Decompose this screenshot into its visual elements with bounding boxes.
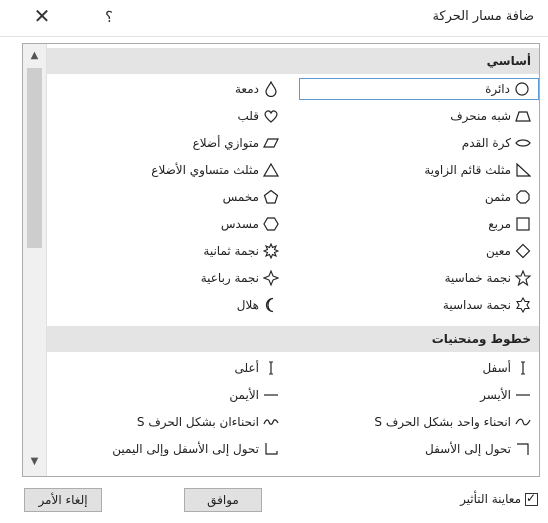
scrollbar-thumb[interactable] bbox=[27, 68, 42, 248]
square-icon bbox=[515, 216, 531, 232]
trapezoid-icon bbox=[515, 108, 531, 124]
vertical-line-icon bbox=[515, 360, 531, 376]
item-label: الأيمن bbox=[229, 388, 259, 402]
item-label: انحناء واحد بشكل الحرف S bbox=[374, 415, 511, 429]
item-label: نجمة سداسية bbox=[442, 298, 511, 312]
item-label: مثمن bbox=[484, 190, 511, 204]
item-label: شبه منحرف bbox=[450, 109, 511, 123]
group-header-lines-curves: خطوط ومنحنيات bbox=[47, 326, 539, 352]
item-label: أسفل bbox=[482, 361, 511, 375]
preview-effect-option[interactable]: ✓ معاينة التأثير bbox=[460, 490, 538, 506]
list-item-up[interactable]: أعلى bbox=[47, 357, 287, 379]
heart-icon bbox=[263, 108, 279, 124]
preview-effect-checkbox[interactable]: ✓ bbox=[525, 490, 538, 506]
crescent-moon-icon bbox=[263, 297, 279, 313]
item-label: مخمس bbox=[222, 190, 259, 204]
right-triangle-icon bbox=[515, 162, 531, 178]
list-item-circle[interactable]: دائرة bbox=[299, 78, 539, 100]
horizontal-line-icon bbox=[263, 387, 279, 403]
group-header-basic: أساسي bbox=[47, 48, 539, 74]
scroll-down-icon[interactable]: ▼ bbox=[23, 452, 46, 472]
list-item-left[interactable]: الأيسر bbox=[299, 384, 539, 406]
item-label: مثلث قائم الزاوية bbox=[424, 163, 511, 177]
cancel-button[interactable]: إلغاء الأمر bbox=[24, 488, 102, 512]
list-item-trapezoid[interactable]: شبه منحرف bbox=[299, 105, 539, 127]
triangle-icon bbox=[263, 162, 279, 178]
list-item-right-triangle[interactable]: مثلث قائم الزاوية bbox=[299, 159, 539, 181]
circle-icon bbox=[514, 81, 530, 97]
list-item-crescent[interactable]: هلال bbox=[47, 294, 287, 316]
list-item-s-curve-2[interactable]: انحناءان بشكل الحرف S bbox=[47, 411, 287, 433]
football-icon bbox=[515, 135, 531, 151]
list-item-octagon[interactable]: مثمن bbox=[299, 186, 539, 208]
turn-down-right-icon bbox=[263, 441, 279, 457]
six-point-star-icon bbox=[515, 297, 531, 313]
item-label: انحناءان بشكل الحرف S bbox=[136, 415, 259, 429]
four-point-star-icon bbox=[263, 270, 279, 286]
item-label: هلال bbox=[236, 298, 259, 312]
item-label: معين bbox=[486, 244, 511, 258]
checkmark-icon: ✓ bbox=[526, 490, 537, 505]
title-bar: ✕ ؟ ضافة مسار الحركة bbox=[0, 0, 548, 36]
list-item-square[interactable]: مربع bbox=[299, 213, 539, 235]
item-label: متوازي أضلاع bbox=[192, 136, 259, 150]
list-item-isosceles-triangle[interactable]: مثلث متساوي الأضلاع bbox=[47, 159, 287, 181]
list-item-hexagon[interactable]: مسدس bbox=[47, 213, 287, 235]
list-item-football[interactable]: كرة القدم bbox=[299, 132, 539, 154]
list-item-six-point-star[interactable]: نجمة سداسية bbox=[299, 294, 539, 316]
scroll-up-icon[interactable]: ▲ bbox=[23, 46, 46, 66]
list-item-four-point-star[interactable]: نجمة رباعية bbox=[47, 267, 287, 289]
list-item-diamond[interactable]: معين bbox=[299, 240, 539, 262]
item-label: أعلى bbox=[234, 361, 259, 375]
double-s-curve-icon bbox=[263, 414, 279, 430]
list-item-pentagon[interactable]: مخمس bbox=[47, 186, 287, 208]
list-item-right[interactable]: الأيمن bbox=[47, 384, 287, 406]
preview-effect-label: معاينة التأثير bbox=[460, 492, 521, 506]
item-label: نجمة ثمانية bbox=[203, 244, 259, 258]
pentagon-icon bbox=[263, 189, 279, 205]
item-label: مربع bbox=[488, 217, 511, 231]
item-label: الأيسر bbox=[480, 388, 511, 402]
list-item-teardrop[interactable]: دمعة bbox=[47, 78, 287, 100]
horizontal-line-icon bbox=[515, 387, 531, 403]
eight-point-star-icon bbox=[263, 243, 279, 259]
ok-button[interactable]: موافق bbox=[184, 488, 262, 512]
teardrop-icon bbox=[263, 81, 279, 97]
list-item-turn-down-right[interactable]: تحول إلى الأسفل وإلى اليمين bbox=[47, 438, 287, 460]
dialog-footer: ✓ معاينة التأثير موافق إلغاء الأمر bbox=[0, 480, 548, 523]
list-content: أساسي دائرة دمعة شبه منحرف قلب كرة القدم… bbox=[47, 44, 539, 476]
item-label: نجمة رباعية bbox=[200, 271, 259, 285]
five-point-star-icon bbox=[515, 270, 531, 286]
item-label: مسدس bbox=[220, 217, 259, 231]
motion-path-list[interactable]: ▲ ▼ أساسي دائرة دمعة شبه منحرف قلب كرة ا… bbox=[22, 43, 540, 477]
item-label: تحول إلى الأسفل وإلى اليمين bbox=[112, 442, 259, 456]
s-curve-icon bbox=[515, 414, 531, 430]
title-separator bbox=[0, 36, 548, 37]
list-item-down[interactable]: أسفل bbox=[299, 357, 539, 379]
close-icon[interactable]: ✕ bbox=[30, 4, 54, 28]
list-item-s-curve-1[interactable]: انحناء واحد بشكل الحرف S bbox=[299, 411, 539, 433]
list-item-parallelogram[interactable]: متوازي أضلاع bbox=[47, 132, 287, 154]
parallelogram-icon bbox=[263, 135, 279, 151]
list-item-heart[interactable]: قلب bbox=[47, 105, 287, 127]
turn-down-icon bbox=[515, 441, 531, 457]
item-label: كرة القدم bbox=[461, 136, 511, 150]
list-item-five-point-star[interactable]: نجمة خماسية bbox=[299, 267, 539, 289]
vertical-line-icon bbox=[263, 360, 279, 376]
item-label: دمعة bbox=[235, 82, 259, 96]
item-label: تحول إلى الأسفل bbox=[424, 442, 511, 456]
item-label: قلب bbox=[237, 109, 260, 123]
octagon-icon bbox=[515, 189, 531, 205]
help-icon[interactable]: ؟ bbox=[105, 8, 113, 26]
vertical-scrollbar[interactable]: ▲ ▼ bbox=[23, 44, 47, 476]
dialog-title: ضافة مسار الحركة bbox=[432, 9, 534, 24]
list-item-turn-down[interactable]: تحول إلى الأسفل bbox=[299, 438, 539, 460]
hexagon-icon bbox=[263, 216, 279, 232]
diamond-icon bbox=[515, 243, 531, 259]
item-label: مثلث متساوي الأضلاع bbox=[151, 163, 259, 177]
item-label: نجمة خماسية bbox=[444, 271, 511, 285]
list-item-eight-point-star[interactable]: نجمة ثمانية bbox=[47, 240, 287, 262]
item-label: دائرة bbox=[485, 82, 510, 96]
